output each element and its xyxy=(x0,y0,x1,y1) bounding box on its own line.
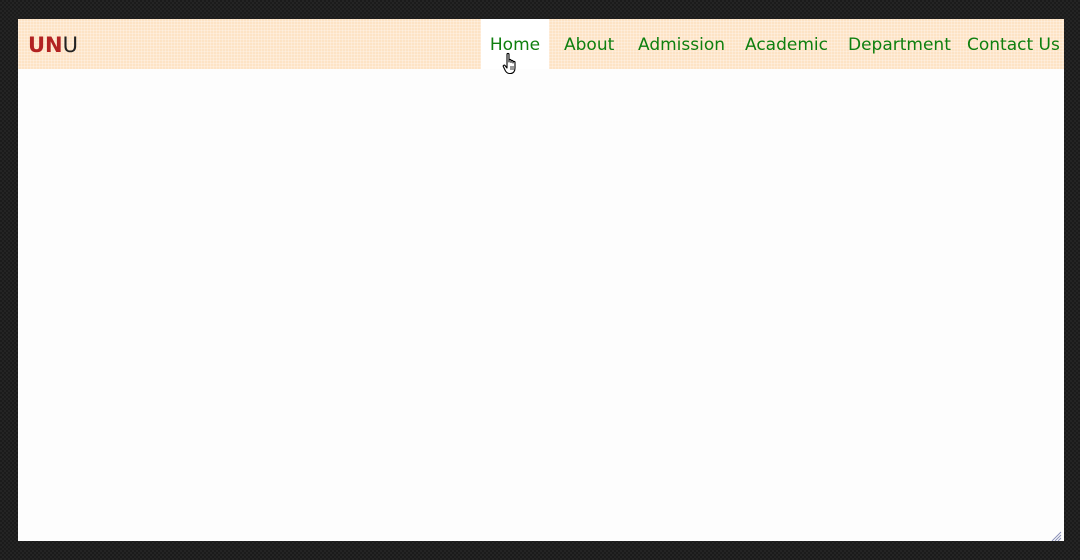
nav-link-admission[interactable]: Admission xyxy=(638,19,725,69)
site-logo[interactable]: UNU xyxy=(28,33,78,57)
nav-link-academic[interactable]: Academic xyxy=(745,19,828,69)
nav-link-about[interactable]: About xyxy=(564,19,614,69)
logo-rest-text: U xyxy=(62,33,79,57)
resize-grip-icon[interactable] xyxy=(1050,527,1062,541)
logo-accent-text: UN xyxy=(28,33,63,57)
browser-viewport: UNU Home About Admission Academic Depart… xyxy=(18,19,1064,541)
nav-link-home[interactable]: Home xyxy=(481,19,549,69)
top-navbar: UNU Home About Admission Academic Depart… xyxy=(18,19,1064,69)
nav-link-department[interactable]: Department xyxy=(848,19,951,69)
nav-link-contact-us[interactable]: Contact Us xyxy=(967,19,1060,69)
